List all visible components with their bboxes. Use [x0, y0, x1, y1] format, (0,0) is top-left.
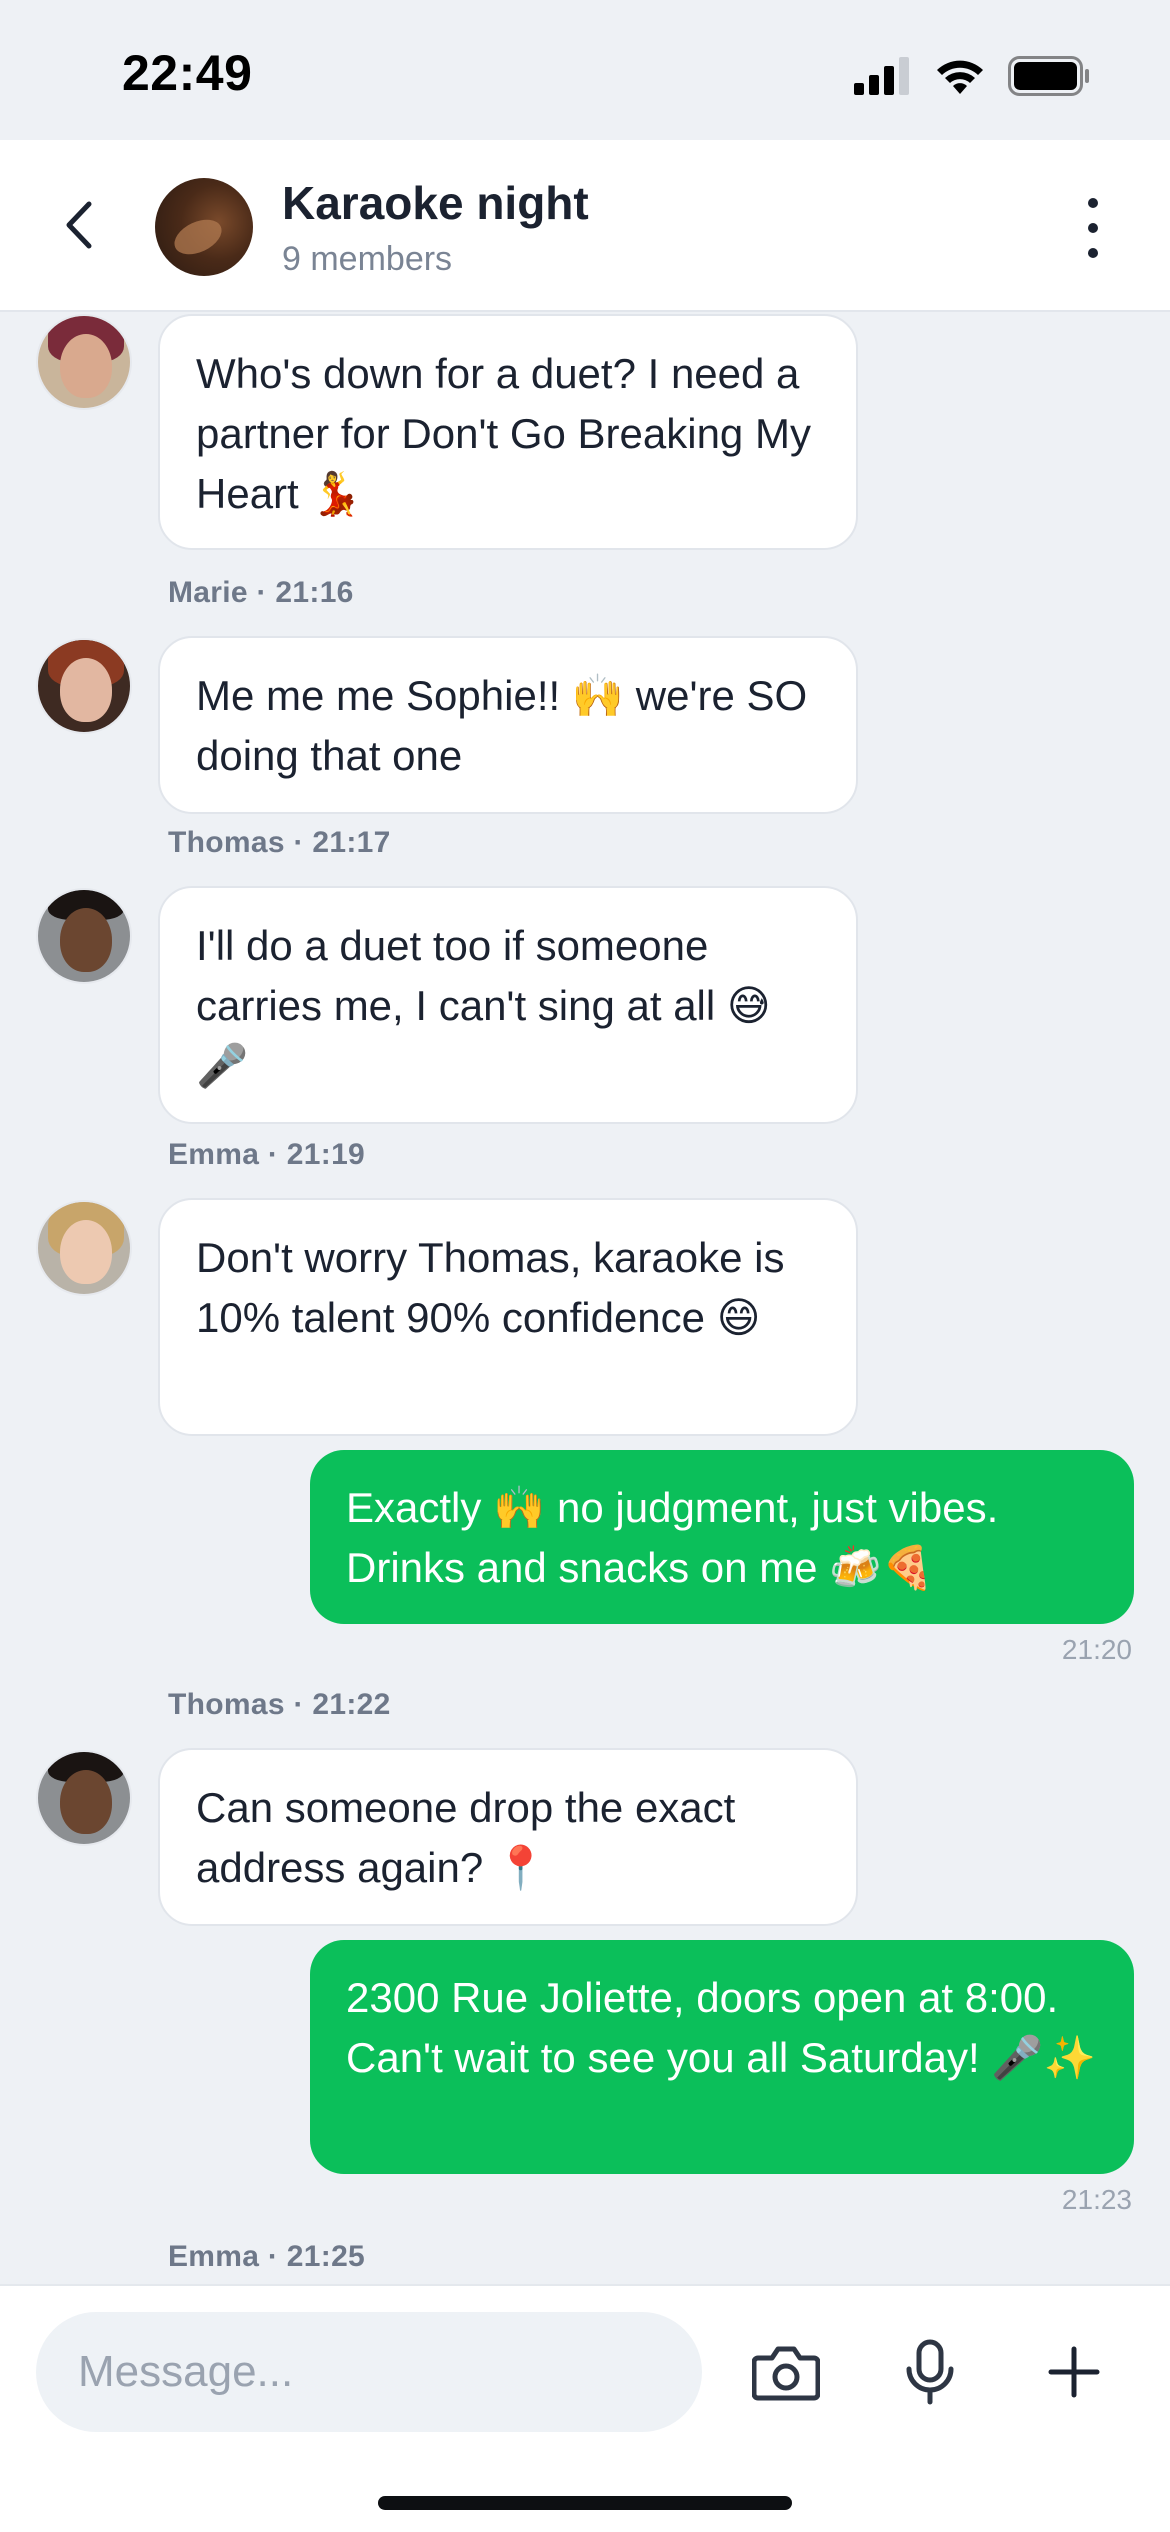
status-bar: 22:49 [0, 0, 1170, 140]
more-vertical-icon [1088, 198, 1098, 208]
message-bubble-incoming[interactable]: Can someone drop the exact address again… [158, 1748, 858, 1926]
avatar[interactable] [36, 314, 132, 410]
camera-button[interactable] [740, 2326, 832, 2418]
chat-header: Karaoke night 9 members [0, 140, 1170, 312]
avatar[interactable] [36, 888, 132, 984]
message-time: 21:23 [1061, 2184, 1132, 2215]
message-time: 21:20 [1061, 1634, 1132, 1665]
status-time: 22:49 [122, 45, 253, 101]
avatar[interactable] [36, 1750, 132, 1846]
member-count[interactable]: 9 members [282, 240, 452, 279]
avatar[interactable] [36, 638, 132, 734]
chevron-left-icon [66, 201, 92, 249]
avatar[interactable] [36, 1200, 132, 1296]
back-button[interactable] [54, 190, 104, 260]
signal-icon [854, 57, 909, 95]
message-composer [0, 2284, 1170, 2532]
more-options-button[interactable] [1078, 198, 1108, 258]
group-avatar[interactable] [155, 178, 253, 276]
message-bubble-incoming[interactable]: I'll do a duet too if someone carries me… [158, 886, 858, 1124]
battery-icon [1008, 56, 1089, 96]
message-bubble-incoming[interactable]: Who's down for a duet? I need a partner … [158, 314, 858, 550]
sender-name-time: Emma · 21:19 [168, 1138, 366, 1171]
sender-name-time: Marie · 21:16 [168, 576, 354, 609]
camera-icon [752, 2346, 820, 2401]
microphone-button[interactable] [884, 2326, 976, 2418]
message-bubble-incoming[interactable]: Me me me Sophie!! 🙌 we're SO doing that … [158, 636, 858, 814]
sender-name-time: Emma · 21:25 [168, 2240, 366, 2273]
message-bubble-outgoing[interactable]: Exactly 🙌 no judgment, just vibes. Drink… [310, 1450, 1134, 1624]
message-list[interactable]: Who's down for a duet? I need a partner … [0, 312, 1170, 2284]
sender-name-time: Thomas · 21:17 [168, 826, 391, 859]
message-bubble-incoming[interactable]: Don't worry Thomas, karaoke is 10% talen… [158, 1198, 858, 1436]
add-attachment-button[interactable] [1028, 2326, 1120, 2418]
chat-title[interactable]: Karaoke night [282, 176, 589, 230]
wifi-icon [937, 60, 983, 94]
status-icons [854, 54, 1090, 98]
microphone-icon [906, 2339, 954, 2405]
home-indicator[interactable] [378, 2496, 792, 2510]
plus-icon [1048, 2346, 1100, 2398]
sender-name-time: Thomas · 21:22 [168, 1688, 391, 1721]
chat-screen: 22:49 Karaoke night 9 members Who's down… [0, 0, 1170, 2532]
message-input[interactable] [36, 2312, 702, 2432]
message-bubble-outgoing[interactable]: 2300 Rue Joliette, doors open at 8:00. C… [310, 1940, 1134, 2174]
